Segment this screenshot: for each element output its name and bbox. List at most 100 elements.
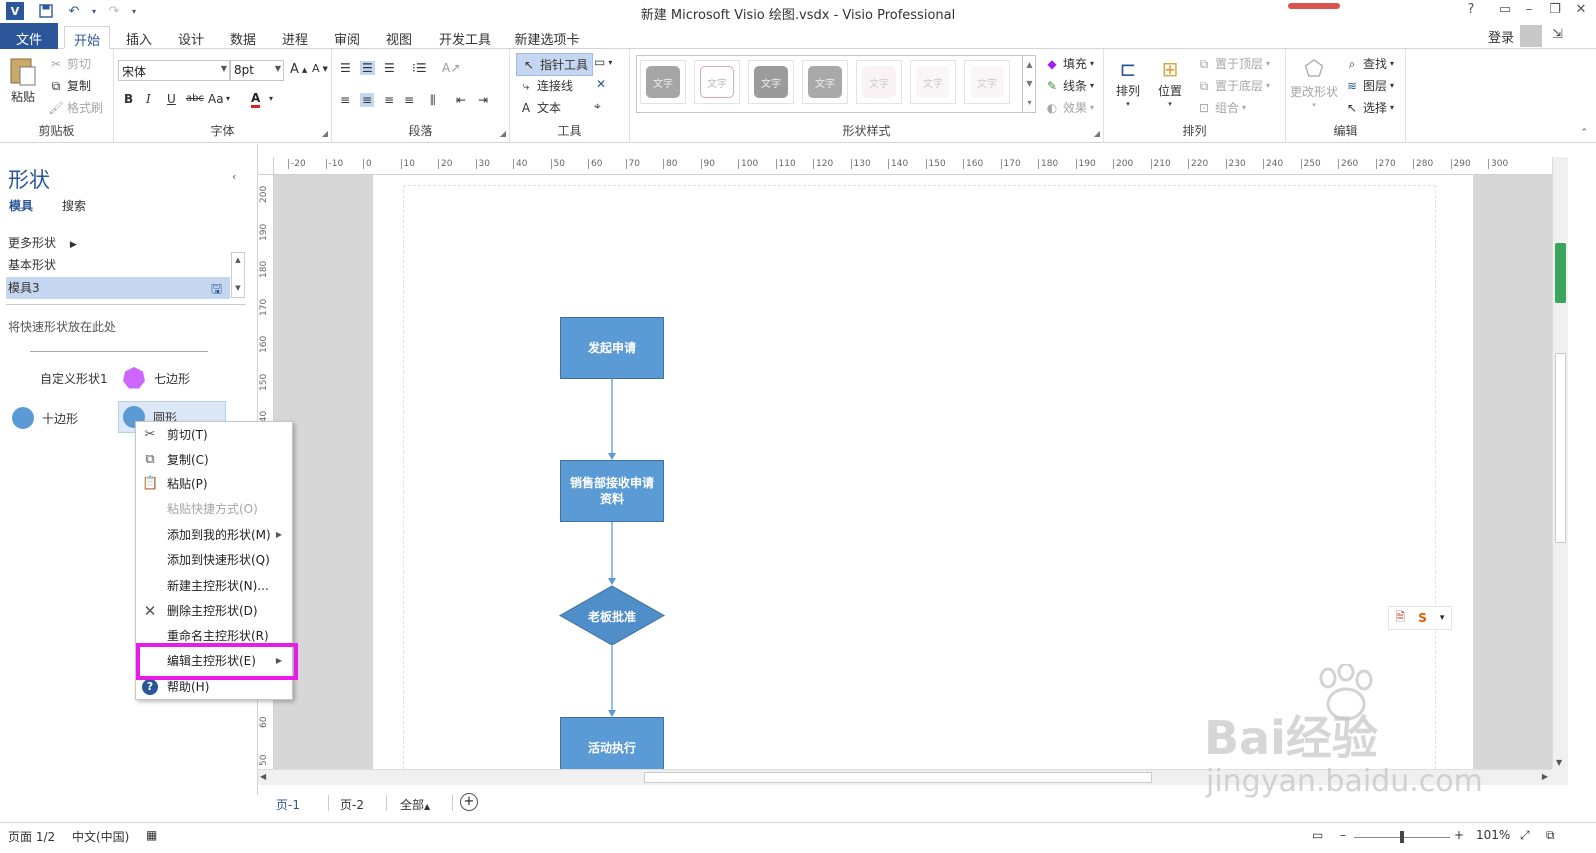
style-swatch[interactable]: 文字 <box>856 60 902 104</box>
sogou-ime-icon[interactable]: S <box>1418 611 1427 625</box>
decrease-indent-icon[interactable]: ⇤ <box>456 93 466 107</box>
tab-design[interactable]: 设计 <box>174 26 208 49</box>
align-center-icon[interactable]: ≡ <box>360 93 375 107</box>
tab-process[interactable]: 进程 <box>278 26 312 49</box>
bold-button[interactable]: B <box>124 92 133 106</box>
flowchart-step-execute[interactable]: 活动执行 <box>560 717 664 769</box>
layers-button[interactable]: ≋ 图层 ▾ <box>1344 77 1394 94</box>
presentation-mode-icon[interactable]: ▭ <box>1312 828 1323 842</box>
minimize-icon[interactable]: – <box>1518 2 1540 20</box>
status-page-number[interactable]: 页面 1/2 <box>8 828 55 845</box>
style-swatch[interactable]: 文字 <box>694 60 740 104</box>
align-bottom-icon[interactable]: ☰ <box>384 61 395 75</box>
tab-view[interactable]: 视图 <box>382 26 416 49</box>
collapse-pane-icon[interactable]: ‹ <box>232 170 236 183</box>
change-case-button[interactable]: Aa <box>208 92 224 106</box>
find-button[interactable]: ⌕ 查找 ▾ <box>1344 55 1394 72</box>
menu-item-new-master[interactable]: 新建主控形状(N)... <box>136 574 292 598</box>
help-button[interactable]: ? <box>1460 2 1482 20</box>
position-button[interactable]: ⊞ 位置 ▾ <box>1158 57 1182 108</box>
menu-item-add-to-my-shapes[interactable]: 添加到我的形状(M) ▶ <box>136 523 292 547</box>
gallery-scroll[interactable]: ▲ ▼ ▾ <box>1022 55 1036 113</box>
macro-record-icon[interactable]: ▦ <box>146 828 157 842</box>
chevron-down-icon[interactable]: ▾ <box>1440 613 1445 623</box>
tab-new[interactable]: 新建选项卡 <box>512 26 582 49</box>
chevron-down-icon[interactable]: ▾ <box>226 94 230 103</box>
flowchart-step-receive[interactable]: 销售部接收申请资料 <box>560 460 664 522</box>
ribbon-toggle-icon[interactable]: ⇲ <box>1552 27 1563 42</box>
more-shapes-item[interactable]: 更多形状 ▶ <box>8 234 77 251</box>
text-tool-button[interactable]: A 文本 <box>518 99 561 116</box>
zoom-slider-thumb[interactable] <box>1400 831 1404 843</box>
style-swatch[interactable]: 文字 <box>640 60 686 104</box>
paste-button[interactable]: 粘贴 <box>8 55 38 105</box>
shrink-font-icon[interactable]: A ▼ <box>312 62 328 75</box>
scroll-right-icon[interactable]: ▶ <box>1542 772 1548 781</box>
font-color-button[interactable]: A <box>251 91 261 108</box>
effects-button[interactable]: ◐ 效果 ▾ <box>1044 99 1094 116</box>
grow-font-icon[interactable]: A ▲ <box>290 62 307 77</box>
increase-indent-icon[interactable]: ⇥ <box>478 93 488 107</box>
collapse-ribbon-icon[interactable]: ⌃ <box>1580 128 1588 138</box>
save-icon[interactable]: 🖫 <box>211 280 222 302</box>
connection-point-icon[interactable]: ⌖ <box>594 99 601 114</box>
menu-item-delete-master[interactable]: ✕ 删除主控形状(D) <box>136 599 292 623</box>
format-painter-button[interactable]: 🖌 格式刷 <box>48 99 103 116</box>
drawing-canvas[interactable]: 发起申请 销售部接收申请资料 老板批准 活动执行 <box>274 175 1552 769</box>
menu-item-add-to-quick-shapes[interactable]: 添加到快速形状(Q) <box>136 548 292 572</box>
restore-icon[interactable]: ❐ <box>1544 2 1566 20</box>
vertical-scrollbar[interactable]: ▼ <box>1552 157 1568 769</box>
tab-stencils[interactable]: 模具 <box>9 197 33 214</box>
tab-search[interactable]: 搜索 <box>62 197 86 214</box>
text-direction-icon[interactable]: A↗ <box>442 61 460 75</box>
menu-item-paste[interactable]: 📋 粘贴(P) <box>136 472 292 496</box>
distributed-icon[interactable]: ⫼ <box>430 93 436 108</box>
tab-home[interactable]: 开始 <box>64 26 110 49</box>
dialog-launcher-icon[interactable]: ◢ <box>500 129 506 138</box>
scroll-left-icon[interactable]: ◀ <box>260 772 266 781</box>
send-to-back-button[interactable]: ⧉ 置于底层 ▾ <box>1196 77 1270 94</box>
master-decagon[interactable]: 十边形 <box>12 407 78 429</box>
flowchart-decision[interactable]: 老板批准 <box>558 585 666 646</box>
flowchart-step-start[interactable]: 发起申请 <box>560 317 664 379</box>
cut-button[interactable]: ✂ 剪切 <box>48 55 91 72</box>
align-button[interactable]: ⊏ 排列 ▾ <box>1116 57 1140 108</box>
line-button[interactable]: ✎ 线条 ▾ <box>1044 77 1094 94</box>
style-swatch[interactable]: 文字 <box>802 60 848 104</box>
tab-review[interactable]: 审阅 <box>330 26 364 49</box>
horizontal-scroll-thumb[interactable] <box>644 772 1152 783</box>
style-swatch[interactable]: 文字 <box>748 60 794 104</box>
scroll-down-icon[interactable]: ▼ <box>1556 758 1562 767</box>
all-pages-button[interactable]: 全部▲ <box>400 796 430 813</box>
menu-item-copy[interactable]: ⧉ 复制(C) <box>136 448 292 472</box>
zoom-in-icon[interactable]: + <box>1454 828 1464 842</box>
tab-developer[interactable]: 开发工具 <box>436 26 494 49</box>
font-name-combo[interactable]: 宋体 ▼ <box>118 60 230 81</box>
bullets-icon[interactable]: ⁝☰ <box>412 61 427 75</box>
menu-item-paste-shortcut[interactable]: 粘贴快捷方式(O) <box>136 497 292 521</box>
master-custom-shape-1[interactable]: 自定义形状1 <box>40 370 108 387</box>
align-middle-icon[interactable]: ☰ <box>360 61 375 75</box>
page-tab-1[interactable]: 页-1 <box>276 796 300 813</box>
switch-windows-icon[interactable]: ⧉ <box>1546 828 1555 843</box>
master-heptagon[interactable]: 七边形 <box>122 366 190 390</box>
connector-button[interactable]: ⤷ 连接线 <box>518 77 573 94</box>
justify-icon[interactable]: ≡ <box>404 93 414 107</box>
align-right-icon[interactable]: ≡ <box>384 93 394 107</box>
dialog-launcher-icon[interactable]: ◢ <box>1094 129 1100 138</box>
stencil-selected[interactable]: 模具3 <box>8 279 40 296</box>
close-icon[interactable]: ✕ <box>596 77 606 91</box>
bring-to-front-button[interactable]: ⧉ 置于顶层 ▾ <box>1196 55 1270 72</box>
stencil-list-scroll[interactable]: ▲ ▼ <box>231 252 245 298</box>
dialog-launcher-icon[interactable]: ◢ <box>322 129 328 138</box>
underline-button[interactable]: U <box>167 92 176 106</box>
italic-button[interactable]: I <box>146 92 151 106</box>
align-top-icon[interactable]: ☰ <box>340 61 351 75</box>
close-icon[interactable]: ✕ <box>1570 2 1592 20</box>
select-button[interactable]: ↖ 选择 ▾ <box>1344 99 1394 116</box>
stencil-basic-shapes[interactable]: 基本形状 <box>8 256 56 273</box>
page-tab-2[interactable]: 页-2 <box>340 796 364 813</box>
align-left-icon[interactable]: ≡ <box>340 93 350 107</box>
ribbon-display-options-icon[interactable]: ▭ <box>1494 2 1516 20</box>
horizontal-scrollbar[interactable]: ◀ ▶ <box>258 769 1552 785</box>
